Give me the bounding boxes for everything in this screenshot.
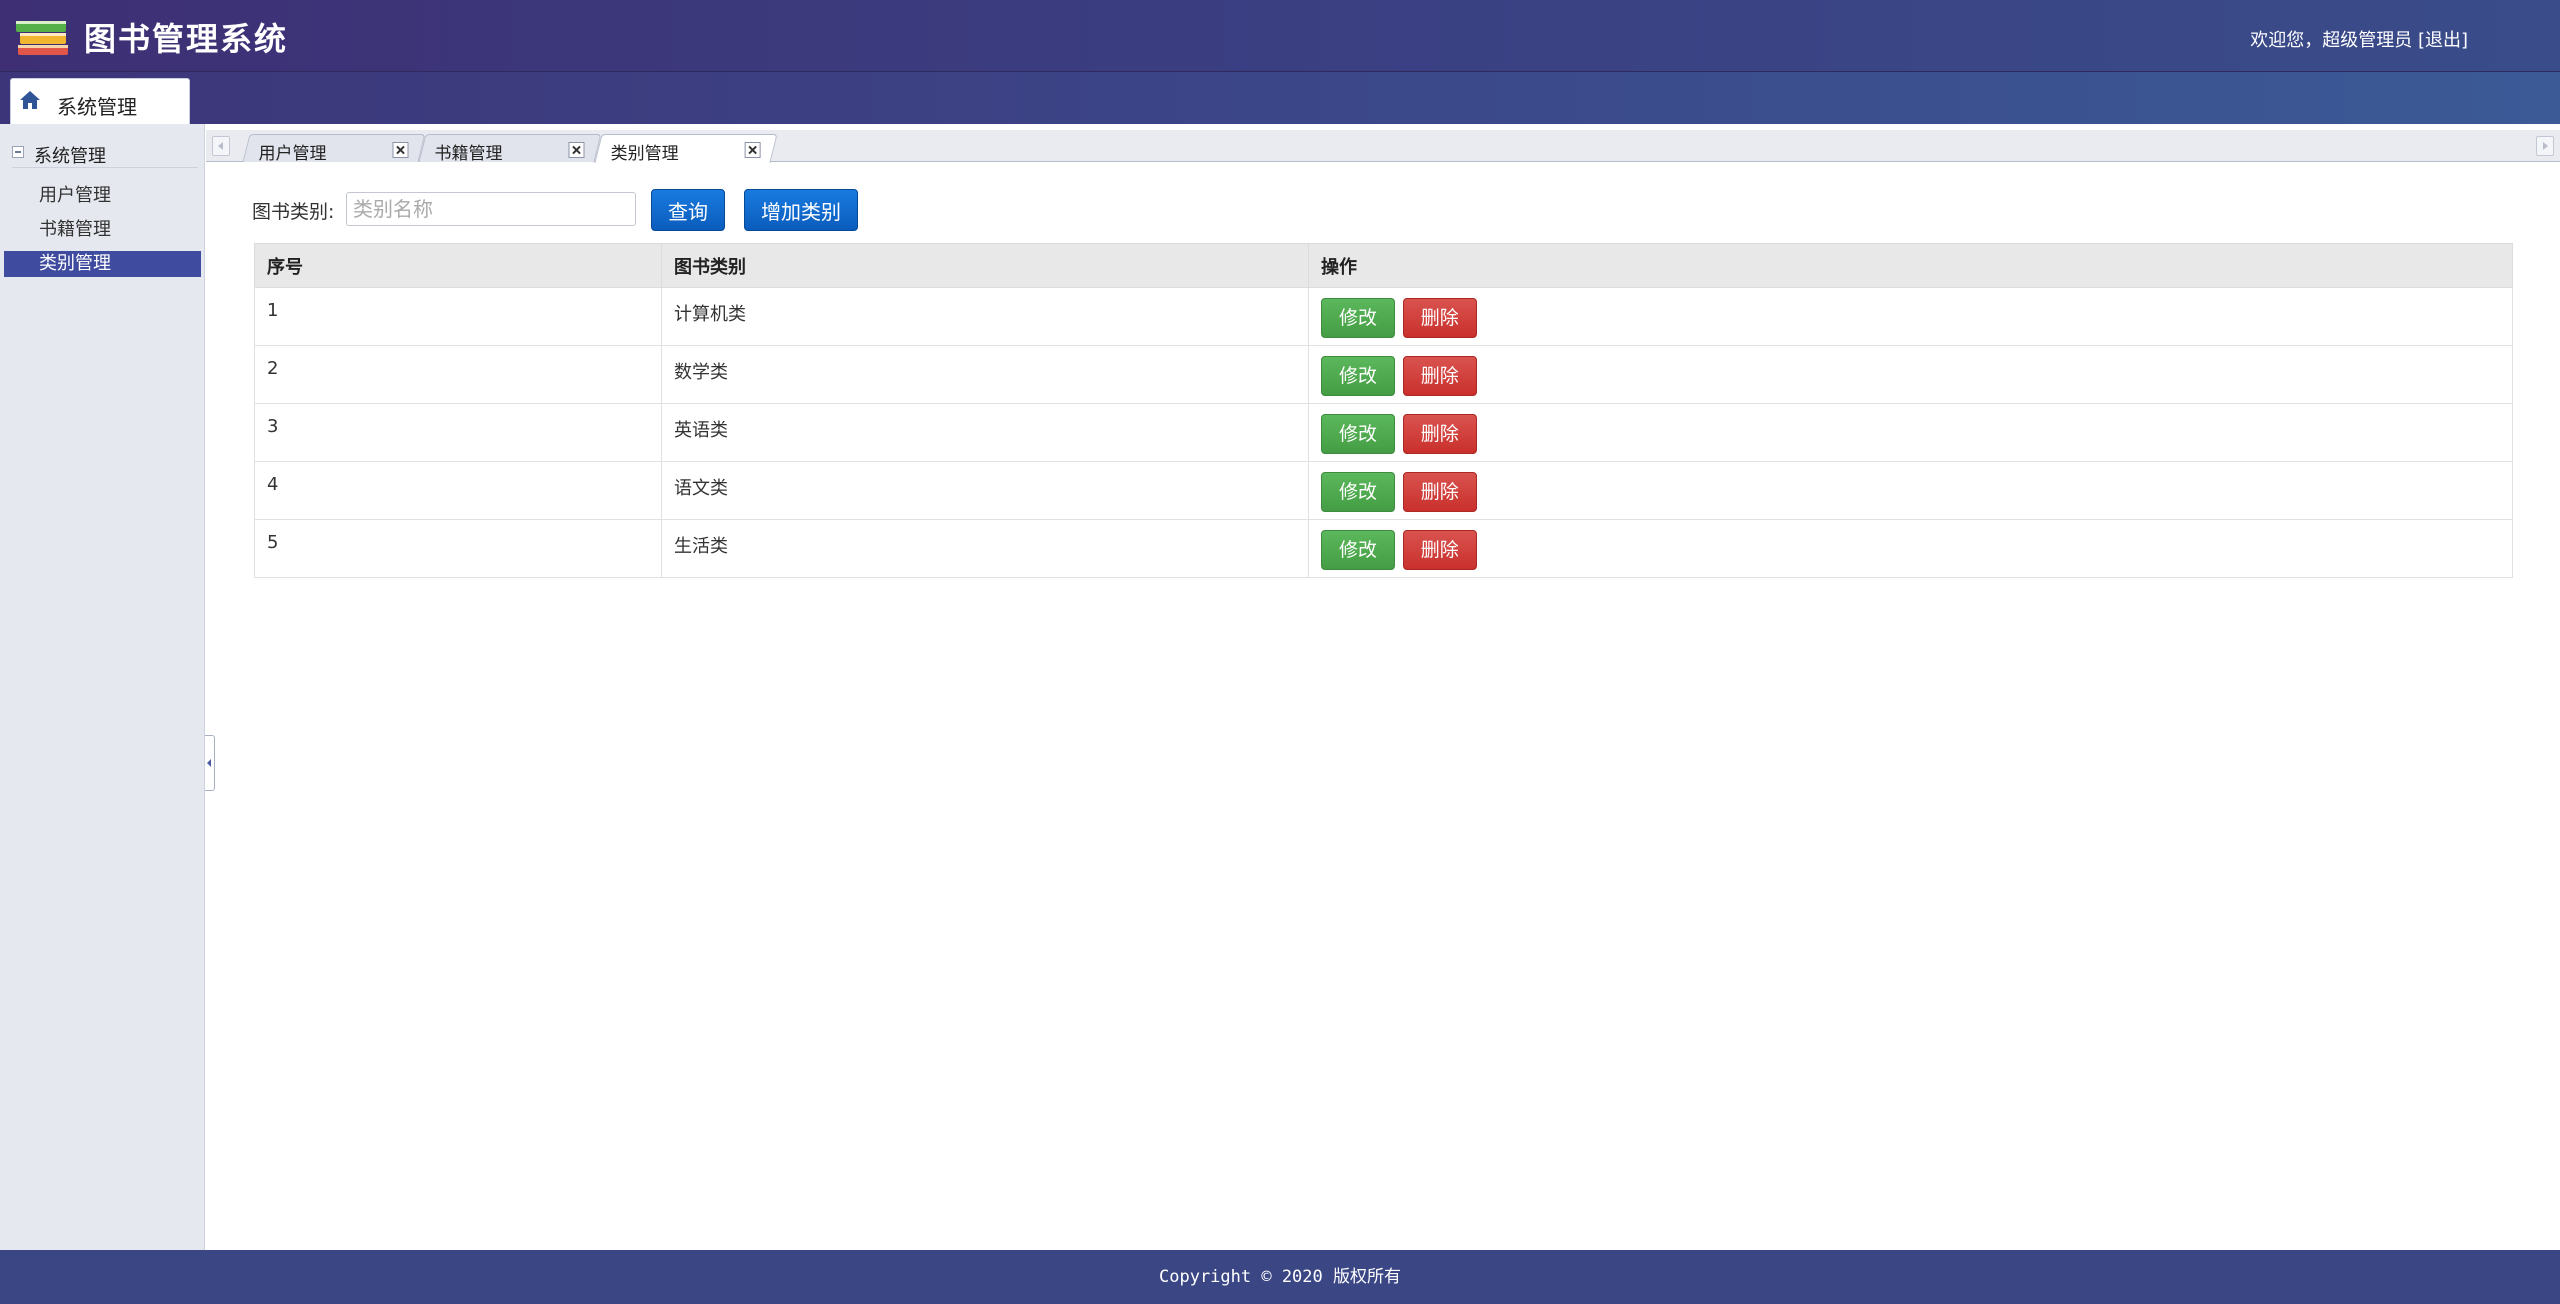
cell-actions: 修改 删除 [1308, 519, 2513, 578]
app-header: 图书管理系统 欢迎您，超级管理员 [退出] [0, 0, 2560, 72]
page-tab-bar: 用户管理 书籍管理 类别管理 [206, 130, 2560, 164]
edit-button[interactable]: 修改 [1321, 530, 1395, 570]
cell-id: 1 [254, 287, 662, 346]
home-icon [20, 91, 40, 109]
logout-link[interactable]: [退出] [2418, 30, 2468, 51]
nav-tab-label: 系统管理 [57, 95, 137, 119]
cell-category: 数学类 [661, 345, 1309, 404]
category-search-input[interactable] [346, 192, 636, 226]
tab-label: 用户管理 [258, 144, 327, 164]
close-icon[interactable] [392, 142, 409, 158]
cell-actions: 修改 删除 [1308, 403, 2513, 462]
tab-users[interactable]: 用户管理 [242, 134, 426, 164]
cell-category: 生活类 [661, 519, 1309, 578]
category-table: 序号 图书类别 操作 1 计算机类 修改 删除 2 数学类 修改 删除 3 英语… [254, 243, 2513, 578]
table-row: 4 语文类 修改 删除 [254, 461, 2513, 520]
cell-actions: 修改 删除 [1308, 345, 2513, 404]
edit-button[interactable]: 修改 [1321, 414, 1395, 454]
edit-button[interactable]: 修改 [1321, 298, 1395, 338]
search-label: 图书类别: [252, 201, 335, 223]
cell-actions: 修改 删除 [1308, 461, 2513, 520]
sidebar: 系统管理 用户管理 书籍管理 类别管理 [0, 124, 205, 1250]
cell-id: 2 [254, 345, 662, 404]
delete-button[interactable]: 删除 [1402, 530, 1477, 570]
cell-id: 4 [254, 461, 662, 520]
column-header-actions: 操作 [1308, 243, 2513, 288]
cell-id: 5 [254, 519, 662, 578]
cell-actions: 修改 删除 [1308, 287, 2513, 346]
tab-label: 类别管理 [610, 144, 679, 164]
tab-books[interactable]: 书籍管理 [418, 134, 602, 164]
tab-scroll-left-icon[interactable] [212, 136, 230, 156]
table-row: 3 英语类 修改 删除 [254, 403, 2513, 462]
app-title: 图书管理系统 [84, 20, 289, 58]
top-nav-bar [0, 72, 2560, 124]
edit-button[interactable]: 修改 [1321, 472, 1395, 512]
welcome-text: 欢迎您，超级管理员 [退出] [2250, 26, 2468, 52]
nav-tab-system[interactable]: 系统管理 [10, 78, 190, 124]
column-header-category: 图书类别 [661, 243, 1309, 288]
column-header-id: 序号 [254, 243, 662, 288]
close-icon[interactable] [744, 142, 761, 158]
tab-label: 书籍管理 [434, 144, 503, 164]
table-header-row: 序号 图书类别 操作 [254, 243, 2513, 288]
sidebar-item-books[interactable]: 书籍管理 [4, 217, 201, 243]
footer: Copyright © 2020 版权所有 [0, 1250, 2560, 1304]
table-row: 5 生活类 修改 删除 [254, 519, 2513, 578]
query-button[interactable]: 查询 [651, 189, 725, 231]
copyright-text: Copyright © 2020 版权所有 [1159, 1267, 1401, 1287]
cell-category: 英语类 [661, 403, 1309, 462]
cell-id: 3 [254, 403, 662, 462]
sidebar-group-label: 系统管理 [34, 146, 106, 167]
tab-categories[interactable]: 类别管理 [594, 134, 778, 164]
sidebar-group-system[interactable]: 系统管理 [12, 142, 198, 168]
delete-button[interactable]: 删除 [1402, 298, 1477, 338]
cell-category: 计算机类 [661, 287, 1309, 346]
delete-button[interactable]: 删除 [1402, 414, 1477, 454]
delete-button[interactable]: 删除 [1402, 472, 1477, 512]
add-category-button[interactable]: 增加类别 [744, 189, 858, 231]
table-row: 1 计算机类 修改 删除 [254, 287, 2513, 346]
delete-button[interactable]: 删除 [1402, 356, 1477, 396]
edit-button[interactable]: 修改 [1321, 356, 1395, 396]
welcome-user: 欢迎您，超级管理员 [2250, 30, 2413, 51]
close-icon[interactable] [568, 142, 585, 158]
sidebar-collapse-handle[interactable] [205, 735, 215, 791]
tab-scroll-right-icon[interactable] [2536, 136, 2554, 156]
sidebar-item-categories[interactable]: 类别管理 [4, 251, 201, 277]
cell-category: 语文类 [661, 461, 1309, 520]
collapse-box-icon[interactable] [12, 146, 24, 158]
table-row: 2 数学类 修改 删除 [254, 345, 2513, 404]
sidebar-item-users[interactable]: 用户管理 [4, 183, 201, 209]
books-logo-icon [16, 21, 68, 55]
